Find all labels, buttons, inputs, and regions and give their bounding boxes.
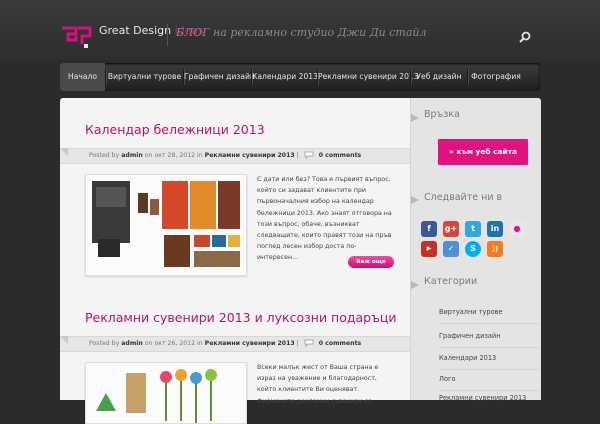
- eco-souvenirs-image: [86, 363, 246, 423]
- category-link[interactable]: Рекламни сувенири 2013: [439, 394, 526, 402]
- site-header: Great Design ideas БЛОГ на рекламно студ…: [0, 0, 600, 62]
- category-separator: [439, 390, 539, 391]
- widget-title-contact: Връзка: [424, 109, 460, 120]
- nav-item-calendars[interactable]: Календари 2013: [252, 63, 318, 91]
- nav-item-web-design[interactable]: Уеб дизайн: [411, 63, 467, 91]
- post-meta-text: Posted by admin on окт 26, 2012 in Рекла…: [89, 339, 362, 347]
- category-link[interactable]: Виртуални турове: [439, 308, 503, 316]
- post-category-link[interactable]: Рекламни сувенири 2013: [205, 340, 295, 347]
- logo-text-main: Great Design: [99, 24, 172, 37]
- post-category-link[interactable]: Рекламни сувенири 2013: [205, 152, 295, 159]
- header-divider: [167, 24, 168, 46]
- twitter-icon[interactable]: t: [465, 221, 481, 237]
- read-more-button[interactable]: Виж още: [348, 256, 394, 268]
- post-comments-link[interactable]: 0 comments: [319, 340, 362, 347]
- post-thumbnail[interactable]: [85, 174, 247, 276]
- skype-icon[interactable]: S: [465, 241, 481, 257]
- category-separator: [439, 347, 539, 348]
- to-website-button[interactable]: » към уеб сайта: [438, 139, 528, 165]
- widget-arrow-icon: [411, 114, 419, 122]
- post-title[interactable]: Рекламни сувенири 2013 и луксозни подаръ…: [85, 310, 397, 325]
- meta-fold-decoration: [60, 148, 68, 156]
- post-meta-text: Posted by admin on окт 28, 2012 in Рекла…: [89, 151, 362, 159]
- facebook-icon[interactable]: f: [421, 221, 437, 237]
- main-content: Календар бележници 2013 Posted by admin …: [60, 98, 410, 424]
- google-icon[interactable]: g+: [443, 221, 459, 237]
- nav-item-graphic-design[interactable]: Графичен дизайн: [184, 63, 255, 91]
- notebook-products-image: [86, 175, 246, 275]
- meta-fold-decoration: [60, 336, 68, 344]
- widget-arrow-icon: [411, 196, 419, 204]
- post-author-link[interactable]: admin: [121, 152, 143, 159]
- widget-title-categories: Категории: [424, 276, 478, 287]
- post-date: on окт 26, 2012 in: [144, 340, 203, 347]
- nav-item-home[interactable]: Начало: [60, 63, 105, 91]
- linkedin-icon[interactable]: in: [487, 221, 503, 237]
- posted-by-label: Posted by: [89, 152, 120, 159]
- main-nav: Начало Виртуални турове Графичен дизайн …: [60, 63, 540, 91]
- post-thumbnail[interactable]: [85, 362, 247, 424]
- category-link[interactable]: Календари 2013: [439, 354, 496, 362]
- widget-title-follow: Следвайте ни в: [424, 192, 503, 203]
- post-excerpt: С дати или без? Това е първият въпрос, к…: [257, 176, 392, 262]
- posted-by-label: Posted by: [89, 340, 120, 347]
- nav-item-photography[interactable]: Фотография: [468, 63, 524, 91]
- post-comments-link[interactable]: 0 comments: [319, 152, 362, 159]
- flickr-icon[interactable]: ●: [509, 221, 525, 237]
- widget-arrow-icon: [411, 281, 419, 289]
- youtube-icon[interactable]: ▶: [421, 241, 437, 257]
- category-link[interactable]: Графичен дизайн: [439, 332, 501, 340]
- site-tagline: БЛОГ на рекламно студио Джи Ди стайл: [176, 26, 427, 39]
- post-meta: Posted by admin on окт 28, 2012 in Рекла…: [60, 148, 410, 164]
- post-title[interactable]: Календар бележници 2013: [85, 122, 265, 137]
- logo-icon[interactable]: [60, 24, 94, 50]
- comment-icon: [304, 339, 314, 347]
- comment-icon: [304, 151, 314, 159]
- post-meta: Posted by admin on окт 26, 2012 in Рекла…: [60, 336, 410, 352]
- delicious-icon[interactable]: ✓: [443, 241, 459, 257]
- post-date: on окт 28, 2012 in: [144, 152, 203, 159]
- post-excerpt: Всеки малък жест от Ваша страна е израз …: [257, 364, 379, 405]
- category-separator: [439, 323, 539, 324]
- rss-icon[interactable]: )): [487, 241, 503, 257]
- nav-item-souvenirs[interactable]: Рекламни сувенири 2013: [318, 63, 419, 91]
- category-separator: [439, 369, 539, 370]
- post-author-link[interactable]: admin: [121, 340, 143, 347]
- category-link[interactable]: Лого: [439, 375, 456, 383]
- nav-item-virtual-tours[interactable]: Виртуални турове: [106, 63, 183, 91]
- search-icon[interactable]: [519, 31, 531, 43]
